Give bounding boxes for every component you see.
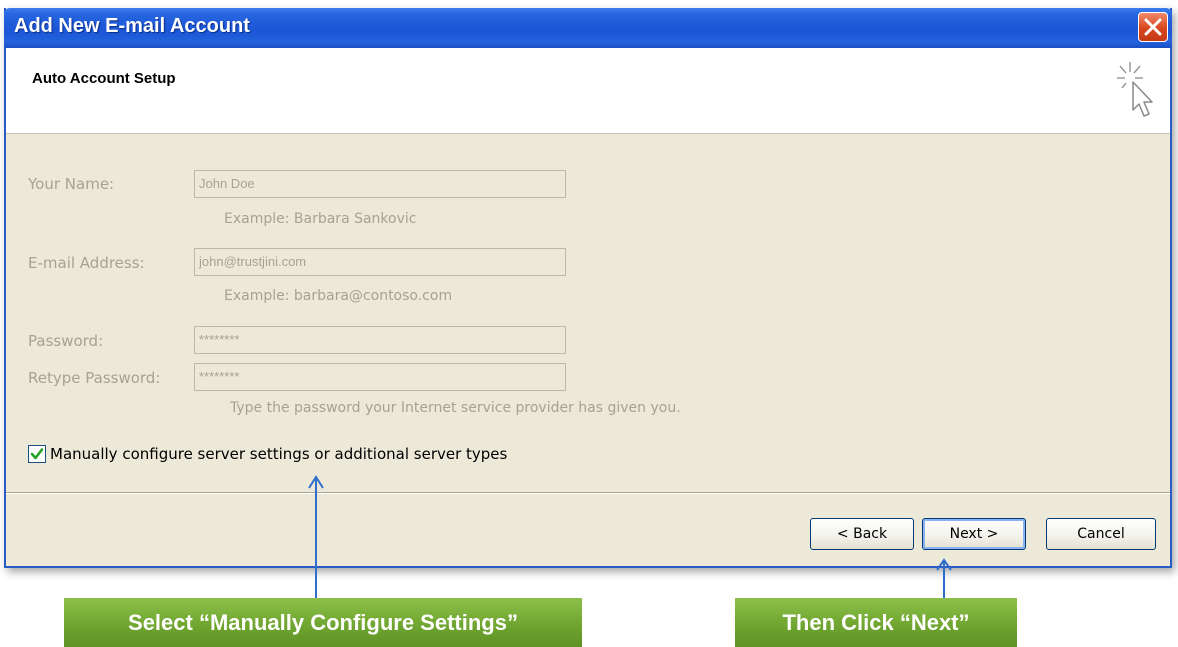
window-title: Add New E-mail Account <box>14 15 250 37</box>
password-hint: Type the password your Internet service … <box>230 400 681 416</box>
next-button[interactable]: Next > <box>922 518 1026 550</box>
add-email-account-dialog: Add New E-mail Account Auto Account Setu… <box>4 8 1172 568</box>
next-callout: Then Click “Next” <box>735 598 1017 647</box>
title-bar[interactable]: Add New E-mail Account <box>4 8 1172 48</box>
button-divider <box>6 492 1170 494</box>
name-hint: Example: Barbara Sankovic <box>224 211 417 227</box>
cancel-button[interactable]: Cancel <box>1046 518 1156 550</box>
retype-password-label: Retype Password: <box>28 369 161 387</box>
close-button[interactable] <box>1138 12 1168 42</box>
manual-config-option[interactable]: Manually configure server settings or ad… <box>28 444 507 464</box>
checkmark-icon <box>30 448 44 460</box>
email-field[interactable]: john@trustjini.com <box>194 248 566 276</box>
wizard-cursor-icon <box>1117 62 1153 117</box>
name-label: Your Name: <box>28 175 115 193</box>
back-button[interactable]: < Back <box>810 518 914 550</box>
name-field[interactable]: John Doe <box>194 170 566 198</box>
password-label: Password: <box>28 332 104 350</box>
arrow-up-icon <box>936 558 952 598</box>
retype-password-field[interactable]: ******** <box>194 363 566 391</box>
password-field[interactable]: ******** <box>194 326 566 354</box>
header-band: Auto Account Setup <box>6 48 1170 134</box>
email-hint: Example: barbara@contoso.com <box>224 288 453 304</box>
manual-config-callout: Select “Manually Configure Settings” <box>64 598 582 647</box>
manual-config-label: Manually configure server settings or ad… <box>50 445 508 463</box>
arrow-up-icon <box>308 475 324 598</box>
email-label: E-mail Address: <box>28 254 145 272</box>
manual-config-checkbox[interactable] <box>28 445 46 463</box>
page-heading: Auto Account Setup <box>32 70 176 87</box>
close-icon <box>1144 18 1162 36</box>
